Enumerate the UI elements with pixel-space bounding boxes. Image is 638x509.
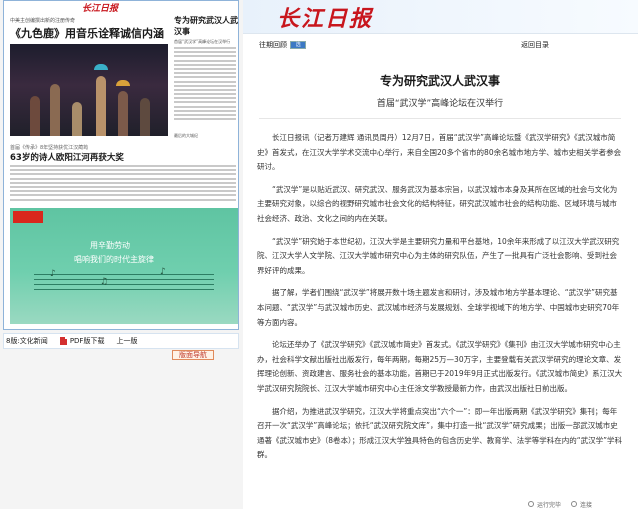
article-toolbar: 往期回顾 选 返回目录 (243, 36, 638, 52)
paper-kicker: 中美主创编撰出新的注册传奇 (10, 18, 76, 24)
pdf-icon (59, 337, 67, 345)
newspaper-page-thumbnail[interactable]: 长江日报 中美主创编撰出新的注册传奇 《九色鹿》用音乐诠释诚信内涵 首届《传承》… (3, 0, 239, 330)
article-divider (259, 118, 621, 119)
banner-text-2: 唱响我们的时代主旋律 (74, 255, 154, 264)
music-note-icon: ♪ (50, 269, 56, 279)
photo-figure (96, 76, 106, 136)
article-title: 专为研究武汉人武汉事 (379, 74, 500, 88)
article-panel: 长江日报 往期回顾 选 返回目录 专为研究武汉人武汉事 首届“武汉学”高峰论坛在… (243, 0, 638, 509)
archive-date-select[interactable]: 选 (290, 41, 307, 49)
status-item: 连接 (571, 500, 592, 509)
paper-headline-3[interactable]: 专为研究武汉人武汉事 (174, 15, 238, 37)
article-paragraph: “武汉学”研究始于本世纪初，江汉大学是主要研究力量和平台基地，10余年来形成了以… (257, 236, 620, 275)
prev-page-link[interactable]: 上一版 (116, 336, 137, 346)
article-paragraph: 长江日报讯（记者万建辉 通讯员周丹）12月7日，首届“武汉学”高峰论坛暨《武汉学… (257, 133, 622, 172)
pdf-download-link[interactable]: PDF版下载 (59, 336, 105, 346)
photo-figure (30, 96, 40, 136)
photo-headpiece (94, 64, 108, 70)
banner-staff-line (34, 284, 214, 285)
photo-figure (118, 91, 128, 136)
article-paragraph: 据介绍，为推进武汉学研究，江汉大学将重点突出“六个一”：即一年出版两期《武汉学研… (257, 406, 623, 460)
photo-headpiece (116, 80, 130, 86)
photo-figure (50, 84, 60, 136)
newspaper-page-panel: 长江日报 中美主创编撰出新的注册传奇 《九色鹿》用音乐诠释诚信内涵 首届《传承》… (0, 0, 243, 509)
paper-subhead-4: 最后的大城纪 (174, 133, 198, 138)
section-link[interactable]: 8版:文化新闻 (6, 336, 48, 346)
article-content: 专为研究武汉人武汉事 首届“武汉学”高峰论坛在汉举行 长江日报讯（记者万建辉 通… (257, 60, 623, 463)
paper-subhead-3: 首届“武汉学”高峰论坛在汉举行 (174, 39, 231, 44)
paper-stage-photo[interactable] (10, 44, 168, 136)
status-done-icon (528, 501, 534, 507)
music-note-icon: ♫ (100, 277, 109, 287)
page-nav-button[interactable]: 版面导航 (172, 350, 214, 360)
article-paragraph: 论坛还举办了《武汉学研究》《武汉城市简史》首发式。《武汉学研究》《集刊》由江汉大… (257, 340, 623, 393)
banner-staff-line (34, 274, 214, 275)
banner-staff-line (34, 279, 214, 280)
back-to-contents-link[interactable]: 返回目录 (521, 40, 549, 50)
banner-text-1: 用辛勤劳动 (90, 241, 130, 250)
status-item: 运行完毕 (528, 500, 561, 509)
paper-headline-1[interactable]: 《九色鹿》用音乐诠释诚信内涵 (10, 25, 164, 41)
banner-staff-line (34, 289, 214, 290)
paper-ad-banner[interactable]: 用辛勤劳动 唱响我们的时代主旋律 ♪ ♫ ♪ (10, 208, 238, 324)
paper-subkicker: 首届《传承》8年坚持获优江汉蔺筠 (10, 145, 89, 151)
status-bar: 运行完毕 连接 (528, 500, 638, 509)
paper-masthead: 长江日报 (82, 4, 119, 14)
newspaper-logo: 长江日报 (277, 6, 374, 32)
paper-right-body (174, 47, 236, 122)
pdf-download-label: PDF版下载 (69, 337, 105, 345)
music-note-icon: ♪ (160, 267, 166, 277)
paper-body-text (10, 165, 236, 205)
article-paragraph: 据了解，学者们围绕“武汉学”将展开数十场主题发言和研讨，涉及城市地方学基本理论、… (257, 288, 620, 327)
photo-figure (140, 98, 150, 136)
photo-figure (72, 102, 82, 136)
article-subtitle: 首届“武汉学”高峰论坛在汉举行 (376, 99, 504, 109)
paper-headline-2[interactable]: 63岁的诗人欧阳江河再获大奖 (10, 151, 124, 163)
archive-label: 往期回顾 (259, 41, 287, 49)
banner-logo (13, 211, 43, 223)
article-paragraph: “武汉学”是以贴近武汉、研究武汉、服务武汉为基本宗旨，以武汉城市本身及其所在区域… (257, 184, 618, 223)
status-connection-icon (571, 501, 578, 507)
archive-link[interactable]: 往期回顾 选 (259, 40, 307, 50)
page-navigation-bar: 8版:文化新闻 PDF版下载 上一版 (3, 333, 239, 349)
masthead: 长江日报 (243, 0, 638, 34)
